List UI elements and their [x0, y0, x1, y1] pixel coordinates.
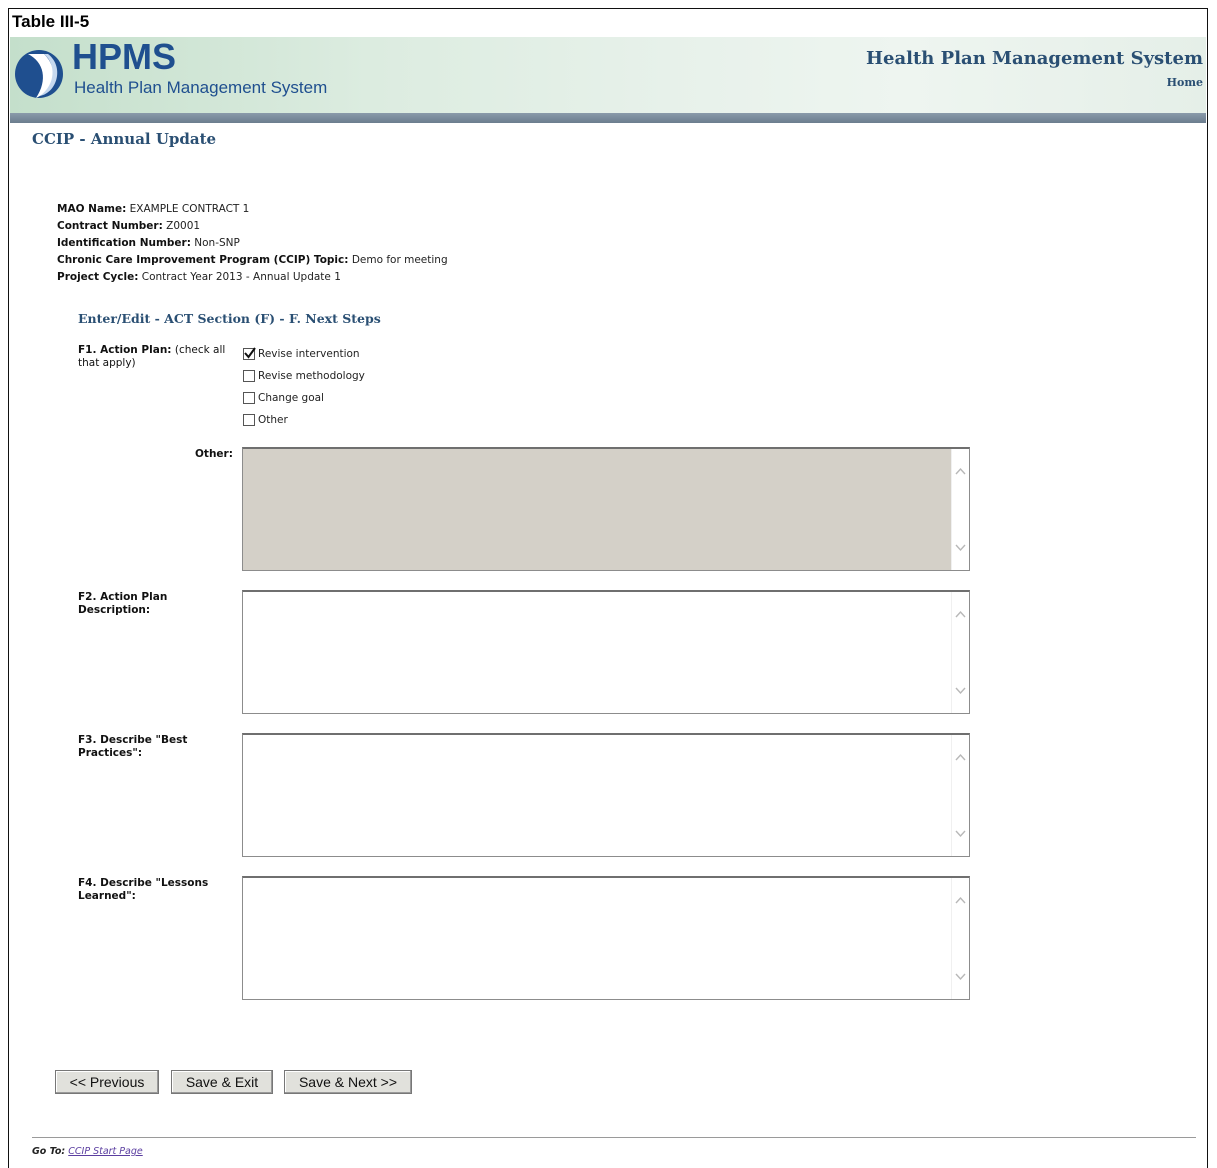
- f1-label-bold: F1. Action Plan:: [78, 344, 172, 356]
- f3-textarea[interactable]: [242, 733, 970, 857]
- scroll-down-icon[interactable]: [955, 973, 966, 981]
- header-bar: [10, 113, 1206, 123]
- option-label: Other: [258, 414, 288, 426]
- project-cycle-value: Contract Year 2013 - Annual Update 1: [141, 271, 341, 283]
- project-cycle-label: Project Cycle:: [57, 271, 139, 283]
- table-caption: Table III-5: [12, 12, 90, 31]
- mao-name-label: MAO Name:: [57, 203, 127, 215]
- option-label: Revise intervention: [258, 348, 360, 360]
- f2-label-line1: F2. Action Plan: [78, 591, 168, 603]
- contract-number-value: Z0001: [166, 220, 201, 232]
- f4-label-line1: F4. Describe "Lessons: [78, 877, 209, 889]
- scroll-down-icon: [955, 544, 966, 552]
- checkbox[interactable]: [243, 392, 255, 404]
- scroll-up-icon: [955, 467, 966, 475]
- scroll-up-icon[interactable]: [955, 753, 966, 761]
- f4-label-line2: Learned":: [78, 890, 136, 902]
- footer: Go To: CCIP Start Page: [32, 1146, 143, 1157]
- checkbox[interactable]: [243, 414, 255, 426]
- goto-label: Go To:: [32, 1146, 66, 1157]
- f2-textarea[interactable]: [242, 590, 970, 714]
- option-label: Change goal: [258, 392, 324, 404]
- other-label-text: Other:: [195, 448, 233, 460]
- option-label: Revise methodology: [258, 370, 365, 382]
- scroll-down-icon[interactable]: [955, 687, 966, 695]
- scroll-down-icon[interactable]: [955, 830, 966, 838]
- mao-name-value: EXAMPLE CONTRACT 1: [129, 203, 250, 215]
- scrollbar: [951, 449, 969, 570]
- ccip-topic-label: Chronic Care Improvement Program (CCIP) …: [57, 254, 349, 266]
- f2-label-line2: Description:: [78, 604, 151, 616]
- option-revise-methodology[interactable]: Revise methodology: [243, 370, 365, 382]
- f3-label: F3. Describe "Best Practices":: [78, 734, 187, 760]
- previous-button[interactable]: << Previous: [55, 1070, 159, 1094]
- f1-label: F1. Action Plan: (check all that apply): [78, 344, 225, 370]
- checkbox[interactable]: [243, 370, 255, 382]
- contract-number-row: Contract Number: Z0001: [57, 218, 448, 235]
- scroll-up-icon[interactable]: [955, 896, 966, 904]
- logo-title: HPMS: [72, 36, 177, 77]
- identification-number-row: Identification Number: Non-SNP: [57, 235, 448, 252]
- scrollbar[interactable]: [951, 735, 969, 856]
- ccip-topic-value: Demo for meeting: [351, 254, 448, 266]
- page-title: CCIP - Annual Update: [32, 130, 217, 148]
- section-title: Enter/Edit - ACT Section (F) - F. Next S…: [78, 311, 381, 326]
- system-title: Health Plan Management System: [866, 48, 1203, 69]
- f2-label: F2. Action Plan Description:: [78, 591, 167, 617]
- checkbox-checked[interactable]: [243, 347, 256, 360]
- project-cycle-row: Project Cycle: Contract Year 2013 - Annu…: [57, 269, 448, 286]
- option-change-goal[interactable]: Change goal: [243, 392, 324, 404]
- save-next-button[interactable]: Save & Next >>: [284, 1070, 412, 1094]
- identification-number-value: Non-SNP: [194, 237, 240, 249]
- logo-subtitle: Health Plan Management System: [74, 78, 328, 97]
- f3-label-line1: F3. Describe "Best: [78, 734, 188, 746]
- contract-number-label: Contract Number:: [57, 220, 163, 232]
- other-label: Other:: [195, 448, 233, 461]
- scrollbar[interactable]: [951, 878, 969, 999]
- hpms-logo-icon: [14, 40, 64, 108]
- contract-info: MAO Name: EXAMPLE CONTRACT 1 Contract Nu…: [57, 201, 448, 286]
- ccip-start-page-link[interactable]: CCIP Start Page: [68, 1146, 142, 1157]
- option-other[interactable]: Other: [243, 414, 288, 426]
- option-revise-intervention[interactable]: Revise intervention: [243, 347, 360, 360]
- f1-label-line2: that apply): [78, 357, 136, 369]
- f3-label-line2: Practices":: [78, 747, 143, 759]
- identification-number-label: Identification Number:: [57, 237, 191, 249]
- home-link[interactable]: Home: [1167, 76, 1203, 89]
- f4-textarea[interactable]: [242, 876, 970, 1000]
- ccip-topic-row: Chronic Care Improvement Program (CCIP) …: [57, 252, 448, 269]
- other-textarea: [242, 447, 970, 571]
- mao-name-row: MAO Name: EXAMPLE CONTRACT 1: [57, 201, 448, 218]
- scroll-up-icon[interactable]: [955, 610, 966, 618]
- footer-divider: [32, 1137, 1196, 1138]
- f1-label-rest: (check all: [174, 344, 226, 356]
- scrollbar[interactable]: [951, 592, 969, 713]
- f4-label: F4. Describe "Lessons Learned":: [78, 877, 208, 903]
- save-exit-button[interactable]: Save & Exit: [171, 1070, 273, 1094]
